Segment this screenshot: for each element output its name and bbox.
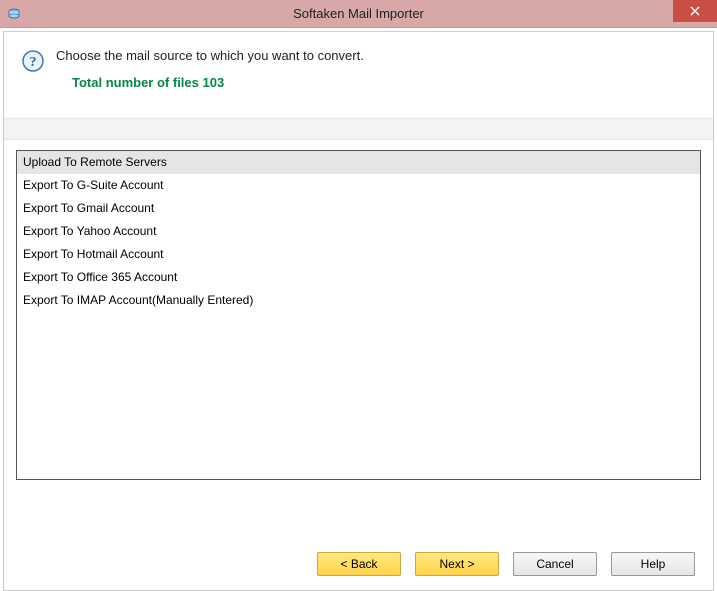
file-count-text: Total number of files 103 [56,75,695,90]
back-button[interactable]: < Back [317,552,401,576]
list-item[interactable]: Export To Gmail Account [17,197,700,220]
button-row: < Back Next > Cancel Help [317,552,695,576]
window-title: Softaken Mail Importer [0,6,717,21]
next-button[interactable]: Next > [415,552,499,576]
header-area: ? Choose the mail source to which you wa… [4,32,713,100]
cancel-button[interactable]: Cancel [513,552,597,576]
close-button[interactable] [673,0,717,22]
wizard-body: ? Choose the mail source to which you wa… [3,31,714,591]
list-header[interactable]: Upload To Remote Servers [17,151,700,174]
list-item[interactable]: Export To Yahoo Account [17,220,700,243]
svg-text:?: ? [30,55,37,70]
list-item[interactable]: Export To G-Suite Account [17,174,700,197]
app-icon [6,6,22,22]
help-button[interactable]: Help [611,552,695,576]
list-item[interactable]: Export To IMAP Account(Manually Entered) [17,289,700,312]
list-item[interactable]: Export To Office 365 Account [17,266,700,289]
titlebar: Softaken Mail Importer [0,0,717,28]
source-list[interactable]: Upload To Remote Servers Export To G-Sui… [16,150,701,480]
close-icon [690,6,700,16]
help-icon: ? [22,50,44,72]
instruction-text: Choose the mail source to which you want… [56,48,695,63]
separator-band [4,118,713,140]
list-item[interactable]: Export To Hotmail Account [17,243,700,266]
